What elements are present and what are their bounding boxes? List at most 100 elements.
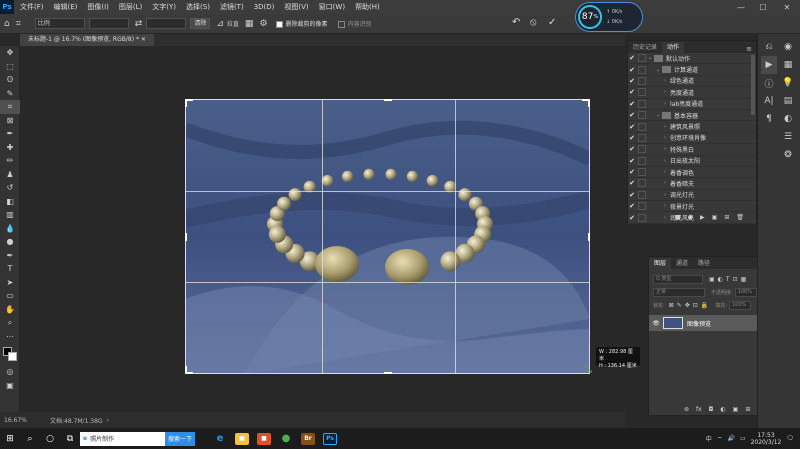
blur-tool-icon[interactable]: 💧 [0, 222, 20, 236]
crop-icon[interactable]: ⌗ [16, 19, 21, 29]
play-icon[interactable]: ▶ [700, 214, 705, 221]
action-row[interactable]: ✔ › 着香暗夫 [628, 178, 756, 190]
libraries-panel-icon[interactable]: ▤ [780, 92, 796, 110]
commit-crop-icon[interactable]: ✓ [548, 17, 556, 28]
dialog-toggle-box[interactable] [638, 202, 646, 211]
checkmark-icon[interactable]: ✔ [628, 111, 636, 119]
dialog-toggle-box[interactable] [638, 145, 646, 154]
tab-layers[interactable]: 图层 [649, 258, 672, 269]
cancel-crop-icon[interactable]: ⦸ [530, 17, 537, 28]
gear-icon[interactable]: ⚙ [259, 19, 267, 29]
layer-style-icon[interactable]: fx [696, 406, 702, 413]
dialog-toggle-box[interactable] [638, 179, 646, 188]
volume-icon[interactable]: 🔊 [727, 435, 734, 442]
dialog-toggle-box[interactable] [638, 168, 646, 177]
properties-panel-icon[interactable]: ☰ [780, 128, 796, 146]
menu-help[interactable]: 帮助(H) [355, 2, 380, 12]
cortana-icon[interactable]: ○ [40, 428, 60, 449]
crop-handle-top[interactable] [384, 99, 392, 101]
marquee-tool-icon[interactable]: ⬚ [0, 60, 20, 74]
taskbar-search-input[interactable]: e 照片制作 [80, 431, 165, 446]
action-row[interactable]: ✔ › 建筑风景照 [628, 121, 756, 133]
overlay-grid-icon[interactable]: ▦ [245, 19, 254, 29]
dialog-toggle-box[interactable] [638, 111, 646, 120]
battery-icon[interactable]: ▭ [740, 435, 746, 442]
tab-actions[interactable]: 动作 [662, 42, 685, 53]
action-row[interactable]: ✔ › 特殊黑白 [628, 144, 756, 156]
new-action-icon[interactable]: ⊞ [724, 214, 729, 221]
straighten-label[interactable]: 拉直 [227, 19, 239, 28]
clock[interactable]: 17:53 2020/3/12 [751, 432, 782, 446]
dialog-toggle-box[interactable] [638, 122, 646, 131]
network-icon[interactable]: ⌔ [717, 435, 723, 443]
actions-panel-icon[interactable]: ▶ [761, 56, 777, 74]
action-row[interactable]: ✔ › 调光灯光 [628, 190, 756, 202]
paragraph-panel-icon[interactable]: ¶ [761, 110, 777, 128]
eyedropper-tool-icon[interactable]: ✒ [0, 127, 20, 141]
actions-scrollbar[interactable] [751, 55, 755, 115]
new-set-icon[interactable]: ▣ [712, 214, 718, 221]
menu-layer[interactable]: 图层(L) [119, 2, 142, 12]
brush-tool-icon[interactable]: ✏ [0, 154, 20, 168]
taskbar-search-button[interactable]: 搜索一下 [165, 431, 195, 446]
character-panel-icon[interactable]: A| [761, 92, 777, 110]
checkmark-icon[interactable]: ✔ [628, 202, 636, 210]
action-row[interactable]: ✔ › 亮度通道 [628, 87, 756, 99]
gradient-tool-icon[interactable]: ▥ [0, 208, 20, 222]
layer-filter-icons[interactable]: ▣◐T⊡▦ [709, 276, 749, 283]
tab-channels[interactable]: 通道 [671, 258, 693, 269]
dialog-toggle-box[interactable] [638, 190, 646, 199]
ratio-select[interactable]: 比例 [34, 18, 85, 29]
frame-tool-icon[interactable]: ⊠ [0, 114, 20, 128]
pen-tool-icon[interactable]: ✒ [0, 249, 20, 263]
crop-handle-top-left[interactable] [185, 99, 187, 107]
ratio-width-input[interactable] [88, 18, 129, 29]
stop-recording-icon[interactable]: ■ [675, 214, 681, 221]
opacity-input[interactable]: 100% [734, 288, 757, 297]
crop-handle-bottom[interactable] [384, 372, 392, 374]
path-select-tool-icon[interactable]: ➤ [0, 276, 20, 290]
background-color-swatch[interactable] [8, 352, 17, 361]
eraser-tool-icon[interactable]: ◧ [0, 195, 20, 209]
bridge-app-icon[interactable]: Br [301, 432, 315, 445]
notification-icon[interactable]: 🗨 [786, 435, 794, 442]
ime-indicator[interactable]: 中 [706, 434, 712, 443]
healing-tool-icon[interactable]: ✚ [0, 141, 20, 155]
status-menu-arrow[interactable]: › [107, 417, 109, 424]
adjustment-layer-icon[interactable]: ◐ [720, 406, 725, 413]
history-panel-icon[interactable]: ⎌ [761, 38, 777, 56]
store-app-icon[interactable]: ■ [257, 432, 271, 445]
lasso-tool-icon[interactable]: ʘ [0, 73, 20, 87]
close-window-button[interactable]: ✕ [778, 0, 796, 14]
fill-input[interactable]: 100% [728, 301, 751, 310]
action-row[interactable]: ✔ › 日出夜太阳 [628, 156, 756, 167]
dialog-toggle-box[interactable] [638, 65, 646, 74]
content-aware-checkbox[interactable]: 内容识别 [337, 19, 372, 28]
dialog-toggle-box[interactable] [638, 76, 646, 85]
add-mask-icon[interactable]: ◘ [709, 406, 714, 413]
checkmark-icon[interactable]: ✔ [628, 145, 636, 153]
hand-tool-icon[interactable]: ✋ [0, 303, 20, 317]
tab-history[interactable]: 历史记录 [628, 42, 662, 53]
layer-filter-input[interactable]: Q 类型 [653, 275, 703, 284]
visibility-eye-icon[interactable]: 👁 [649, 320, 663, 327]
menu-image[interactable]: 图像(I) [87, 2, 109, 12]
dialog-toggle-box[interactable] [638, 156, 646, 165]
type-tool-icon[interactable]: T [0, 262, 20, 276]
delete-action-icon[interactable]: 🗑 [736, 214, 744, 221]
checkmark-icon[interactable]: ✔ [628, 100, 636, 108]
patterns-panel-icon[interactable]: ❂ [780, 146, 796, 164]
dialog-toggle-box[interactable] [638, 99, 646, 108]
menu-filter[interactable]: 滤镜(T) [220, 2, 244, 12]
layer-row[interactable]: 👁 图像预览 [649, 315, 773, 331]
swap-icon[interactable]: ⇄ [135, 19, 143, 29]
crop-box[interactable] [185, 99, 590, 374]
home-icon[interactable]: ⌂ [4, 19, 10, 29]
history-brush-tool-icon[interactable]: ↺ [0, 181, 20, 195]
checkmark-icon[interactable]: ✔ [628, 77, 636, 85]
search-icon[interactable]: ⌕ [20, 428, 40, 449]
minimize-button[interactable]: — [732, 0, 750, 14]
shape-tool-icon[interactable]: ▭ [0, 289, 20, 303]
dialog-toggle-box[interactable] [638, 54, 646, 63]
menu-type[interactable]: 文字(Y) [152, 2, 176, 12]
